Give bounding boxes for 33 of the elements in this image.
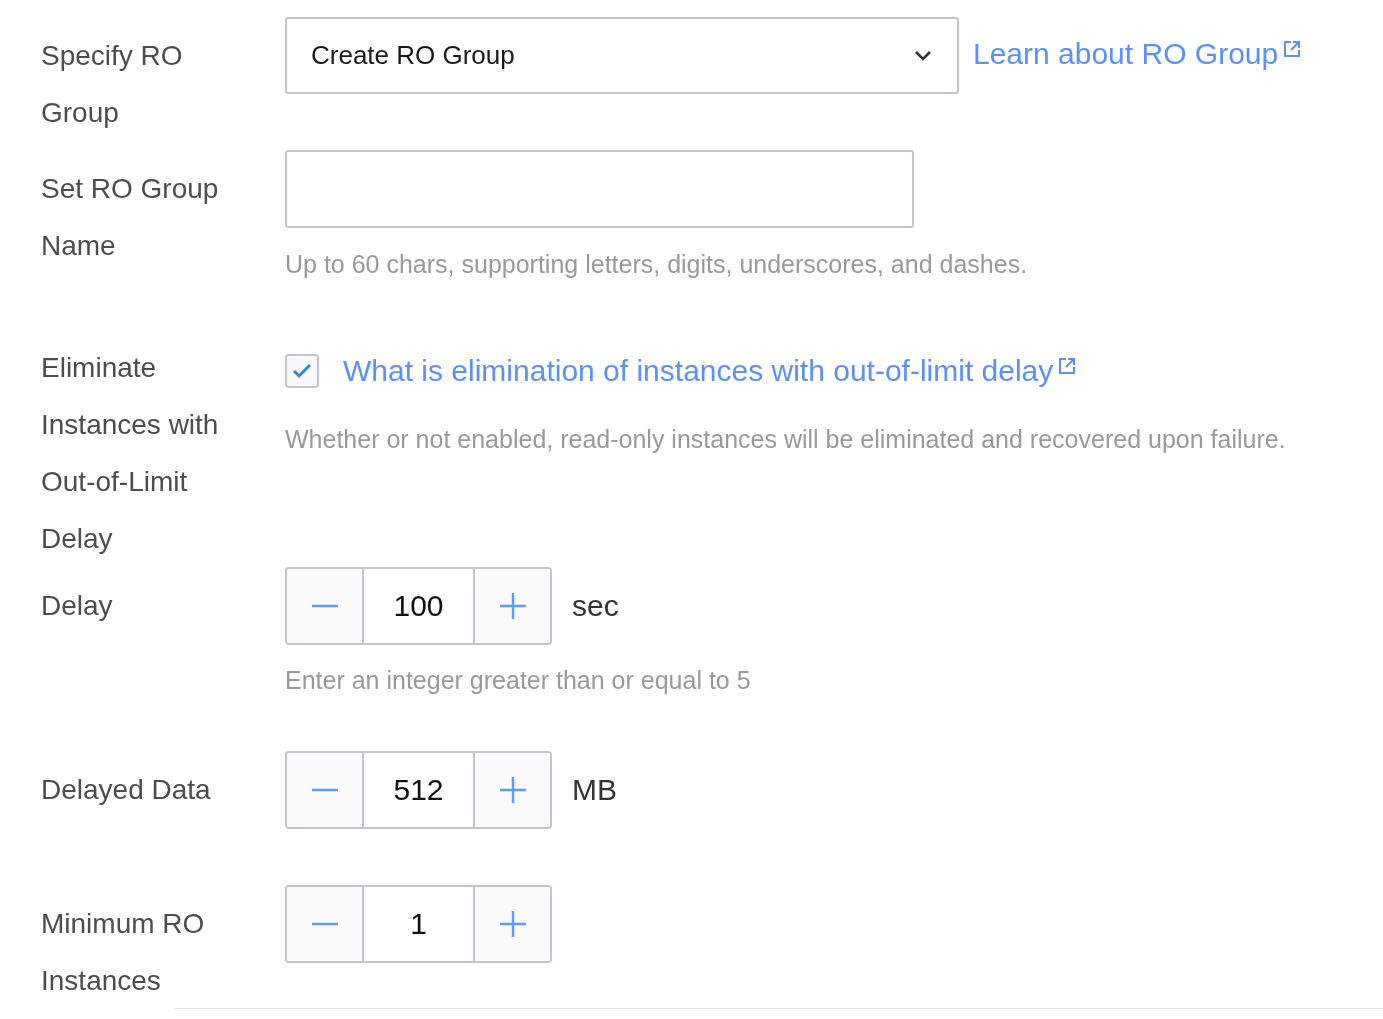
unit-label: sec: [572, 589, 619, 623]
hint-text: Whether or not enabled, read-only instances will be eliminated and recovered upon failure.: [285, 424, 1286, 454]
field-label: Specify RO Group: [41, 39, 184, 130]
increment-button[interactable]: [473, 887, 550, 961]
plus-icon: [499, 593, 526, 619]
minus-icon: [311, 788, 338, 792]
field-label: Delayed Data: [41, 773, 212, 807]
field-label: Set RO Group Name: [41, 172, 220, 263]
plus-icon: [499, 911, 526, 937]
unit-label: MB: [572, 773, 617, 807]
decrement-button[interactable]: [287, 887, 364, 961]
chevron-down-icon: [913, 49, 933, 62]
external-link-icon: [1057, 356, 1078, 376]
increment-button[interactable]: [473, 569, 550, 643]
name-input[interactable]: [285, 150, 914, 228]
field-label: Delay: [41, 589, 114, 623]
group-select[interactable]: Create RO Group: [285, 17, 959, 94]
field-label: Minimum RO Instances: [41, 907, 206, 998]
field-label: Eliminate Instances with Out-of-Limit Delay: [41, 351, 220, 556]
minus-icon: [311, 604, 338, 608]
minus-icon: [311, 922, 338, 926]
stepper-value[interactable]: 100: [364, 569, 473, 643]
decrement-button[interactable]: [287, 569, 364, 643]
hint-text: Up to 60 chars, supporting letters, digits, underscores, and dashes.: [285, 249, 1028, 279]
external-link-icon: [1282, 39, 1303, 59]
checkbox[interactable]: [285, 354, 319, 388]
plus-icon: [499, 777, 526, 803]
stepper-value[interactable]: 512: [364, 753, 473, 827]
hint-text: Enter an integer greater than or equal to 5: [285, 665, 751, 695]
checkmark-icon: [292, 363, 312, 379]
stepper-value[interactable]: 1: [364, 887, 473, 961]
decrement-button[interactable]: [287, 753, 364, 827]
increment-button[interactable]: [473, 753, 550, 827]
